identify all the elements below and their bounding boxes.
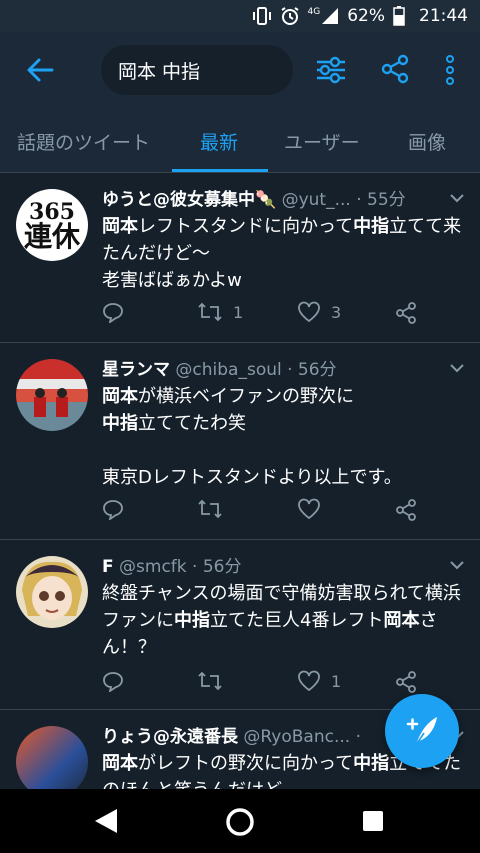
tab-top-tweets[interactable]: 話題のツイート bbox=[17, 110, 150, 172]
like-button[interactable] bbox=[297, 498, 331, 520]
tweet-author-name[interactable]: りょう@永遠番長 bbox=[102, 727, 238, 747]
reply-icon[interactable] bbox=[102, 498, 124, 520]
tweet-text: 岡本が横浜ベイファンの野次に 中指立ててたわ笑 東京Dレフトスタンドより以上です… bbox=[102, 383, 472, 491]
reply-icon[interactable] bbox=[102, 301, 124, 323]
avatar-text-bottom: 連休 bbox=[23, 220, 80, 253]
retweet-button[interactable]: 1 bbox=[197, 301, 243, 323]
share-icon[interactable] bbox=[380, 54, 410, 88]
avatar[interactable]: 365 連休 bbox=[16, 189, 88, 261]
tweet-text-run: 立ててたわ笑 東京Dレフトスタンドより以上です。 bbox=[102, 413, 402, 488]
share-tweet-icon[interactable] bbox=[394, 670, 418, 694]
retweet-button[interactable] bbox=[197, 670, 233, 692]
tweet-text-run: 立てた巨人4番レフト bbox=[210, 610, 384, 631]
clock: 21:44 bbox=[419, 6, 468, 26]
system-navigation-bar bbox=[0, 789, 480, 853]
search-query: 岡本 中指 bbox=[118, 60, 201, 83]
tweet-author-name[interactable]: 星ランマ bbox=[102, 360, 170, 380]
nav-recents-icon[interactable] bbox=[362, 810, 384, 832]
retweet-count: 1 bbox=[233, 302, 244, 322]
tab-images[interactable]: 画像 bbox=[408, 110, 446, 172]
network-type: 4G bbox=[307, 7, 321, 17]
tweet-text-run: レフトスタンドに向かって bbox=[138, 216, 354, 237]
nav-home-icon[interactable] bbox=[224, 806, 256, 838]
highlighted-term: 中指 bbox=[102, 413, 138, 434]
compose-feather-icon bbox=[406, 717, 437, 746]
share-tweet-icon[interactable] bbox=[394, 498, 418, 522]
tweet-author-meta: @smcfk · 56分 bbox=[119, 557, 242, 577]
chevron-down-icon[interactable] bbox=[448, 189, 466, 207]
heart-icon bbox=[298, 498, 320, 520]
retweet-button[interactable] bbox=[197, 498, 233, 520]
share-tweet-icon[interactable] bbox=[394, 301, 418, 325]
highlighted-term: 中指 bbox=[174, 610, 210, 631]
tweet-author-meta: @RyoBanc... · bbox=[243, 727, 361, 747]
heart-icon bbox=[298, 301, 320, 323]
heart-icon bbox=[298, 670, 320, 692]
tab-latest[interactable]: 最新 bbox=[200, 110, 238, 172]
tweet-header: ゆうと@彼女募集中🍡 @yut_... · 55分 bbox=[102, 185, 442, 210]
tweet-text-run: が横浜ベイファンの野次に bbox=[138, 386, 354, 407]
retweet-icon bbox=[198, 671, 222, 691]
search-tabs: 話題のツイート 最新 ユーザー 画像 bbox=[0, 110, 480, 173]
tweet-header: F @smcfk · 56分 bbox=[102, 552, 442, 577]
highlighted-term: 岡本 bbox=[102, 386, 138, 407]
tweet-actions: 1 bbox=[102, 670, 432, 700]
highlighted-term: 岡本 bbox=[102, 753, 138, 774]
like-count: 3 bbox=[331, 302, 342, 322]
anime-character-icon bbox=[22, 561, 82, 620]
players-photo-icon bbox=[34, 388, 68, 417]
status-bar: 4G 62% 21:44 bbox=[0, 0, 480, 32]
compose-tweet-button[interactable] bbox=[385, 694, 459, 768]
tweet-item[interactable]: 星ランマ @chiba_soul · 56分 岡本が横浜ベイファンの野次に 中指… bbox=[0, 343, 480, 540]
battery-percent: 62% bbox=[347, 6, 385, 26]
like-count: 1 bbox=[331, 671, 342, 691]
tweet-author-meta: @chiba_soul · 56分 bbox=[175, 360, 337, 380]
search-input[interactable]: 岡本 中指 bbox=[101, 45, 293, 95]
retweet-icon bbox=[198, 499, 222, 519]
tweet-item[interactable]: F @smcfk · 56分 終盤チャンスの場面で守備妨害取られて横浜ファンに中… bbox=[0, 540, 480, 710]
reply-icon[interactable] bbox=[102, 670, 124, 692]
highlighted-term: 中指 bbox=[353, 216, 390, 237]
alarm-icon bbox=[280, 6, 300, 26]
tweet-item[interactable]: 365 連休 ゆうと@彼女募集中🍡 @yut_... · 55分 岡本レフトスタ… bbox=[0, 173, 480, 343]
tweet-actions: 1 3 bbox=[102, 301, 432, 331]
more-options-icon[interactable] bbox=[444, 54, 456, 90]
tweet-author-name[interactable]: ゆうと@彼女募集中🍡 bbox=[102, 190, 276, 210]
tweet-author-meta: @yut_... · 55分 bbox=[281, 190, 406, 210]
vibrate-icon bbox=[252, 7, 272, 25]
like-button[interactable]: 3 bbox=[297, 301, 341, 323]
highlighted-term: 中指 bbox=[353, 753, 390, 774]
tweet-text: 岡本レフトスタンドに向かって中指立てて来たんだけど〜 老害ばばぁかよw bbox=[102, 213, 472, 294]
app-bar: 岡本 中指 bbox=[0, 32, 480, 110]
retweet-icon bbox=[198, 302, 222, 322]
avatar[interactable] bbox=[16, 556, 88, 628]
tweet-header: 星ランマ @chiba_soul · 56分 bbox=[102, 355, 442, 380]
filter-sliders-icon[interactable] bbox=[315, 54, 347, 90]
chevron-down-icon[interactable] bbox=[448, 556, 466, 574]
highlighted-term: 岡本 bbox=[383, 610, 420, 631]
like-button[interactable]: 1 bbox=[297, 670, 341, 692]
avatar[interactable] bbox=[16, 726, 88, 798]
tweet-author-name[interactable]: F bbox=[102, 557, 114, 577]
battery-icon bbox=[393, 6, 405, 26]
avatar[interactable] bbox=[16, 359, 88, 431]
tweet-actions bbox=[102, 498, 432, 528]
signal-icon: 4G bbox=[308, 7, 340, 25]
active-tab-indicator bbox=[172, 169, 268, 172]
chevron-down-icon[interactable] bbox=[448, 359, 466, 377]
tab-users[interactable]: ユーザー bbox=[284, 110, 360, 172]
tweet-text-run: がレフトの野次に向かって bbox=[138, 753, 354, 774]
highlighted-term: 岡本 bbox=[102, 216, 138, 237]
nav-back-icon[interactable] bbox=[93, 807, 119, 835]
tweet-text: 終盤チャンスの場面で守備妨害取られて横浜ファンに中指立てた巨人4番レフト岡本さん… bbox=[102, 580, 472, 661]
back-arrow-icon[interactable] bbox=[24, 54, 56, 86]
